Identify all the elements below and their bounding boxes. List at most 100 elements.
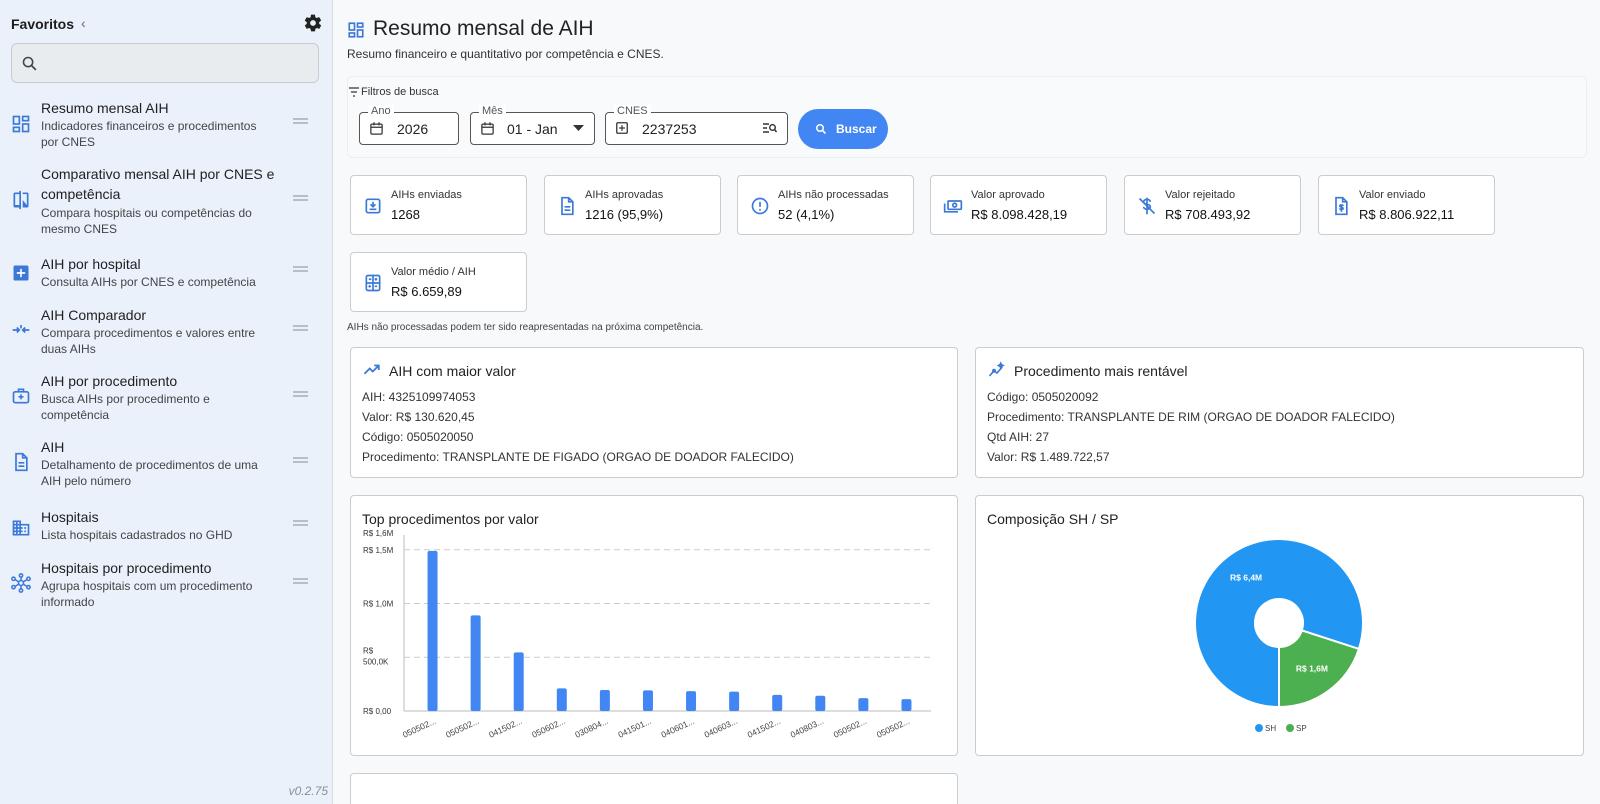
app-version: v0.2.75	[288, 784, 328, 798]
search-button[interactable]: Buscar	[798, 109, 888, 149]
page-subtitle: Resumo financeiro e quantitativo por com…	[347, 47, 664, 61]
pie-chart: R$ 6,4M R$ 1,6M SH SP	[1194, 538, 1364, 733]
card-line: Valor: R$ 1.489.722,57	[987, 450, 1110, 464]
bar	[556, 688, 567, 711]
mes-value: 01 - Jan	[507, 121, 558, 137]
kpi-value: R$ 708.493,92	[1165, 207, 1251, 222]
main-content: Resumo mensal de AIH Resumo financeiro e…	[333, 0, 1600, 804]
collapse-chevron-icon[interactable]: ‹	[81, 15, 86, 31]
gear-icon[interactable]	[303, 13, 323, 33]
sidebar-item-desc: Indicadores financeiros e procedimentos …	[41, 119, 257, 149]
alert-circle-icon	[751, 197, 769, 215]
sidebar-item-aih-comparador[interactable]: AIH Comparador Compara procedimentos e v…	[0, 305, 333, 361]
drag-handle-icon[interactable]	[293, 578, 308, 588]
sidebar-item-hospitais-procedimento[interactable]: Hospitais por procedimento Agrupa hospit…	[0, 558, 333, 614]
calendar-icon	[370, 122, 383, 135]
search-list-icon[interactable]	[763, 122, 777, 134]
x-tick-label: 050502...	[444, 716, 480, 740]
card-title: AIH com maior valor	[389, 363, 516, 379]
sidebar-item-aih[interactable]: AIH Detalhamento de procedimentos de uma…	[0, 437, 333, 493]
card-top-procedimentos: Top procedimentos por valor R$ 0,00 R$ 500…	[350, 495, 958, 756]
hospital-plus-icon	[13, 265, 29, 281]
kpi-value: 1268	[391, 207, 420, 222]
bar	[729, 691, 740, 711]
legend-marker	[1286, 724, 1294, 732]
building-icon	[12, 520, 30, 536]
bar	[858, 698, 869, 711]
mes-select[interactable]: Mês 01 - Jan	[470, 105, 595, 145]
search-icon	[22, 56, 37, 71]
sidebar-item-title: Comparativo mensal AIH por CNES e compet…	[41, 166, 275, 202]
drag-handle-icon[interactable]	[293, 195, 308, 205]
sparkle-trend-icon	[988, 361, 1005, 377]
x-tick-label: 050602...	[530, 716, 566, 740]
x-tick-label: 040803...	[789, 716, 825, 740]
card-aih-maior-valor: AIH com maior valor AIH: 4325109974053 V…	[350, 347, 958, 478]
x-tick-label: 041502...	[487, 716, 523, 740]
sidebar-item-aih-procedimento[interactable]: AIH por procedimento Busca AIHs por proc…	[0, 371, 333, 427]
card-procedimento-mais-rentavel: Procedimento mais rentável Código: 05050…	[975, 347, 1584, 478]
kpi-value: 1216 (95,9%)	[585, 207, 664, 222]
drag-handle-icon[interactable]	[293, 520, 308, 530]
card-line: Procedimento: TRANSPLANTE DE FIGADO (ORG…	[362, 450, 794, 464]
search-button-label: Buscar	[836, 122, 877, 136]
bar	[427, 550, 438, 711]
sidebar-item-hospitais[interactable]: Hospitais Lista hospitais cadastrados no…	[0, 507, 333, 547]
sidebar-item-desc: Compara procedimentos e valores entre du…	[41, 326, 256, 356]
chevron-down-icon[interactable]	[573, 125, 584, 132]
kpi-label: Valor rejeitado	[1165, 189, 1236, 201]
cnes-label: CNES	[614, 105, 651, 117]
sidebar-item-title: AIH Comparador	[41, 307, 147, 323]
bar	[901, 699, 912, 711]
x-tick-label: 050502...	[832, 716, 868, 740]
sidebar-item-desc: Compara hospitais ou competências do mes…	[41, 206, 252, 236]
sidebar-item-resumo-mensal[interactable]: Resumo mensal AIH Indicadores financeiro…	[0, 98, 333, 150]
drag-handle-icon[interactable]	[293, 391, 308, 401]
compare-icon	[13, 190, 29, 210]
sidebar-item-comparativo-mensal[interactable]: Comparativo mensal AIH por CNES e compet…	[0, 164, 333, 238]
search-input[interactable]	[48, 52, 308, 76]
dollar-off-icon	[1138, 197, 1156, 215]
kpi-label: Valor aprovado	[971, 189, 1045, 201]
drag-handle-icon[interactable]	[293, 457, 308, 467]
sidebar-item-title: Hospitais por procedimento	[41, 560, 212, 576]
kpi-card-valor-medio: Valor médio / AIH R$ 6.659,89	[350, 252, 527, 312]
hospital-plus-icon	[616, 122, 628, 134]
bar	[686, 691, 697, 711]
sidebar-item-title: AIH por hospital	[41, 256, 141, 272]
sidebar-item-desc: Consulta AIHs por CNES e competência	[41, 275, 256, 289]
network-icon	[11, 573, 31, 593]
drag-handle-icon[interactable]	[293, 118, 308, 128]
x-tick-label: 040603...	[703, 716, 739, 740]
y-tick-label: R$ 1,6M	[363, 529, 394, 538]
pie-data-label: R$ 6,4M	[1230, 573, 1262, 583]
y-tick-label: R$ 1,0M	[363, 600, 394, 609]
legend-label: SP	[1296, 724, 1307, 733]
kpi-value: R$ 6.659,89	[391, 284, 462, 299]
bar	[772, 694, 783, 711]
sidebar-item-desc: Detalhamento de procedimentos de uma AIH…	[41, 458, 258, 488]
sidebar-item-desc: Agrupa hospitais com um procedimento inf…	[41, 579, 253, 609]
x-tick-label: 050502...	[401, 716, 437, 740]
y-tick-label: R$ 0,00	[363, 707, 392, 716]
page-title: Resumo mensal de AIH	[373, 17, 594, 40]
cnes-field[interactable]: CNES 2237253	[605, 105, 788, 145]
medical-bag-icon	[12, 388, 30, 404]
sidebar-item-aih-hospital[interactable]: AIH por hospital Consulta AIHs por CNES …	[0, 254, 333, 294]
drag-handle-icon[interactable]	[293, 266, 308, 276]
document-icon	[15, 452, 28, 472]
x-tick-label: 041501...	[616, 716, 652, 740]
x-tick-label: 040601...	[660, 716, 696, 740]
dashboard-icon	[348, 22, 364, 38]
ano-field[interactable]: Ano 2026	[359, 105, 459, 145]
cnes-value: 2237253	[642, 121, 697, 137]
legend-marker	[1255, 724, 1263, 732]
card-next-partial	[350, 773, 958, 804]
sidebar-search[interactable]	[11, 43, 319, 83]
document-icon	[561, 196, 574, 216]
kpi-label: AIHs aprovadas	[585, 189, 664, 201]
kpi-card-aihs-aprovadas: AIHs aprovadas 1216 (95,9%)	[544, 175, 721, 235]
drag-handle-icon[interactable]	[293, 325, 308, 335]
sidebar-item-title: AIH	[41, 439, 65, 455]
bar	[470, 615, 481, 711]
